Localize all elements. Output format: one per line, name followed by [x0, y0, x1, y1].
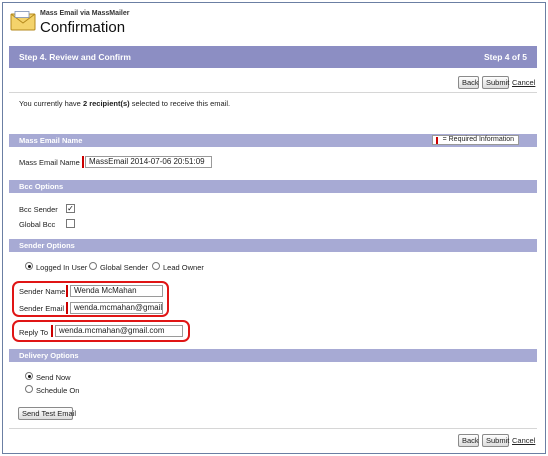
- required-marker: [66, 285, 68, 297]
- sender-name-field[interactable]: Wenda McMahan: [70, 285, 163, 297]
- step-count: Step 4 of 5: [484, 52, 527, 62]
- lead-owner-label: Lead Owner: [163, 263, 204, 272]
- required-marker: [82, 156, 84, 168]
- page-title: Confirmation: [40, 19, 126, 36]
- reply-to-field[interactable]: wenda.mcmahan@gmail.com: [55, 325, 183, 337]
- global-bcc-checkbox[interactable]: [66, 219, 75, 228]
- section-mass-email-name: Mass Email Name = Required Information: [9, 134, 537, 147]
- submit-button[interactable]: Submit: [482, 76, 509, 89]
- bcc-sender-label: Bcc Sender: [19, 205, 58, 214]
- bcc-sender-checkbox[interactable]: ✓: [66, 204, 75, 213]
- step-header-bar: Step 4. Review and Confirm Step 4 of 5: [9, 46, 537, 68]
- send-now-label: Send Now: [36, 373, 71, 382]
- section-title: Sender Options: [19, 241, 75, 250]
- page-header: Mass Email via MassMailer Confirmation: [10, 6, 530, 40]
- sender-name-label: Sender Name: [19, 287, 66, 296]
- global-sender-radio[interactable]: [89, 262, 97, 270]
- reply-to-label: Reply To: [19, 328, 49, 337]
- recipient-count: 2 recipient(s): [82, 99, 130, 108]
- section-delivery-options: Delivery Options: [9, 349, 537, 362]
- global-bcc-label: Global Bcc: [19, 220, 56, 229]
- step-title: Step 4. Review and Confirm: [19, 52, 131, 62]
- send-test-email-button[interactable]: Send Test Email: [18, 407, 76, 420]
- sender-email-label: Sender Email: [19, 304, 65, 313]
- page-frame: [2, 2, 546, 454]
- sender-email-field[interactable]: wenda.mcmahan@gmail.com: [70, 302, 163, 314]
- back-button-bottom[interactable]: Back: [458, 434, 479, 447]
- logged-in-user-label: Logged In User: [36, 263, 88, 272]
- schedule-on-label: Schedule On: [36, 386, 80, 395]
- cancel-link-bottom[interactable]: Cancel: [512, 436, 535, 445]
- logged-in-user-radio[interactable]: [25, 262, 33, 270]
- cancel-link[interactable]: Cancel: [512, 78, 535, 87]
- divider: [9, 428, 537, 429]
- schedule-on-radio[interactable]: [25, 385, 33, 393]
- envelope-icon: [10, 11, 36, 31]
- recipient-summary-suffix: selected to receive this email.: [129, 99, 231, 108]
- mass-email-name-field[interactable]: MassEmail 2014-07-06 20:51:09: [85, 156, 212, 168]
- section-sender-options: Sender Options: [9, 239, 537, 252]
- required-marker: [51, 325, 53, 337]
- divider: [9, 92, 537, 93]
- section-bcc-options: Bcc Options: [9, 180, 537, 193]
- section-title: Bcc Options: [19, 182, 64, 191]
- send-now-radio[interactable]: [25, 372, 33, 380]
- required-legend: = Required Information: [431, 135, 519, 145]
- required-marker-icon: [435, 136, 438, 144]
- section-title: Mass Email Name: [19, 136, 83, 145]
- lead-owner-radio[interactable]: [152, 262, 160, 270]
- section-title: Delivery Options: [19, 351, 79, 360]
- page-subtitle: Mass Email via MassMailer: [40, 10, 130, 17]
- recipient-summary-prefix: You currently have: [19, 99, 83, 108]
- global-sender-label: Global Sender: [100, 263, 148, 272]
- recipient-summary: You currently have 2 recipient(s) select…: [19, 99, 230, 108]
- required-marker: [66, 302, 68, 314]
- submit-button-bottom[interactable]: Submit: [482, 434, 509, 447]
- back-button[interactable]: Back: [458, 76, 479, 89]
- required-legend-label: = Required Information: [442, 136, 514, 143]
- mass-email-name-label: Mass Email Name: [19, 158, 80, 167]
